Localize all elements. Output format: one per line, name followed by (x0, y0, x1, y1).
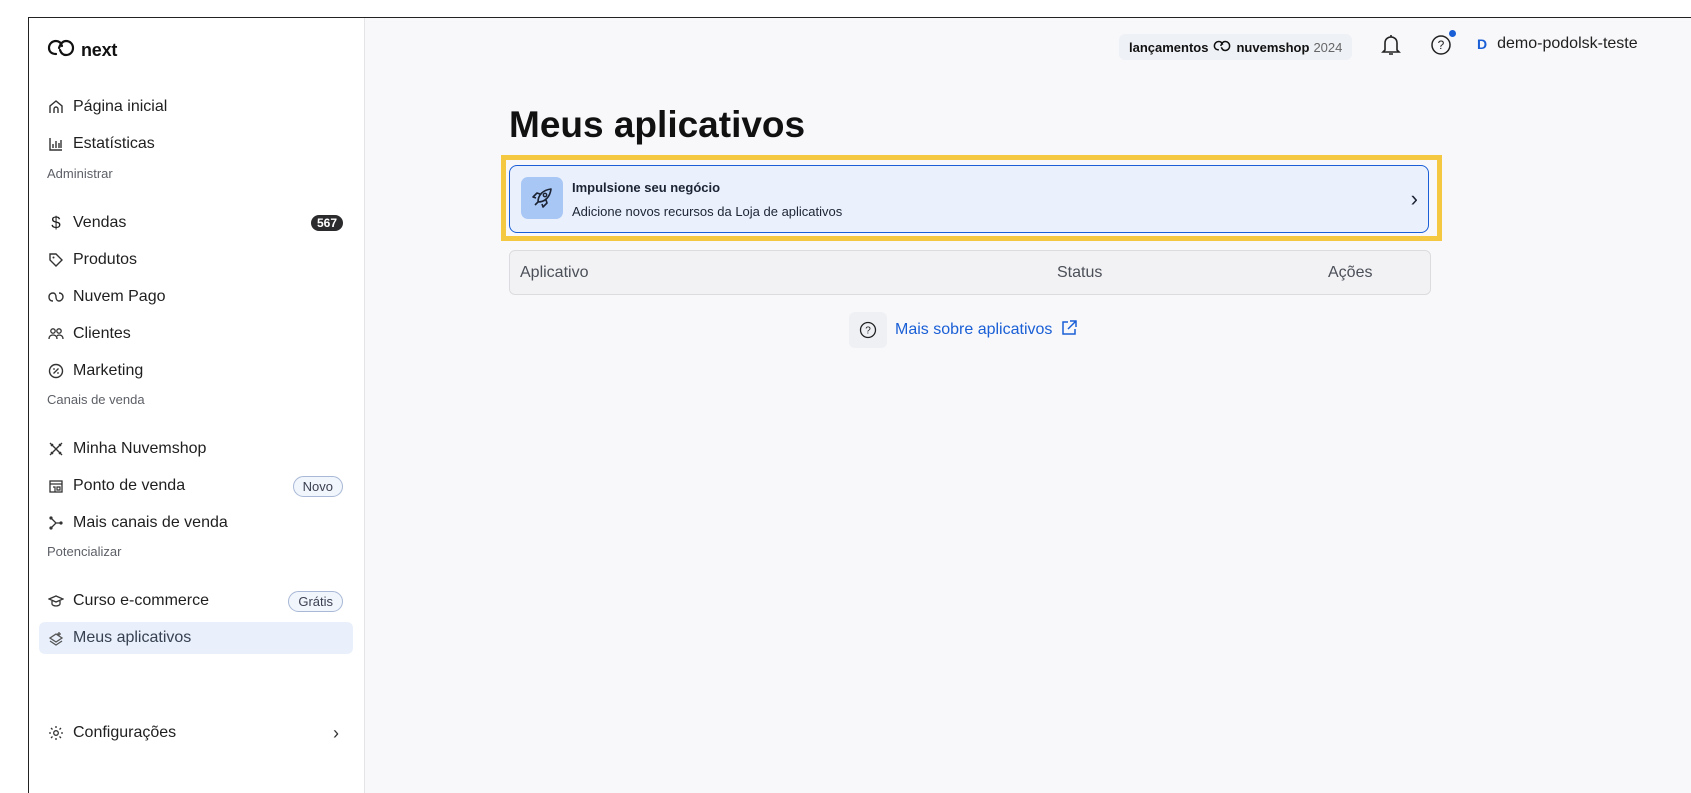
percent-icon (47, 362, 65, 380)
svg-text:?: ? (865, 326, 871, 337)
banner-subtitle: Adicione novos recursos da Loja de aplic… (572, 204, 843, 219)
sidebar-item-label: Ponto de venda (73, 477, 186, 494)
sidebar-item-meus-aplicativos[interactable]: Meus aplicativos (39, 622, 353, 654)
store-name: demo-podolsk-teste (1497, 35, 1638, 52)
user-menu[interactable]: D demo-podolsk-teste (1477, 35, 1638, 53)
new-badge: Novo (292, 475, 343, 497)
section-label-potencializar: Potencializar (47, 544, 122, 559)
store-icon (47, 477, 65, 495)
section-label-canais: Canais de venda (47, 392, 145, 407)
avatar: D (1477, 36, 1488, 52)
cloud-icon (47, 288, 65, 306)
sidebar-item-label: Meus aplicativos (73, 629, 192, 646)
external-link-icon (1060, 319, 1078, 342)
column-header-acoes: Ações (1328, 264, 1373, 281)
sidebar-item-label: Minha Nuvemshop (73, 440, 207, 457)
sidebar-item-label: Curso e-commerce (73, 592, 210, 609)
sidebar-item-label: Vendas (73, 214, 127, 231)
svg-text:?: ? (1438, 38, 1445, 52)
page-title: Meus aplicativos (509, 104, 806, 145)
sidebar-item-label: Produtos (73, 251, 138, 268)
nuvemshop-logo-icon (47, 37, 75, 64)
sidebar-item-vendas[interactable]: $ Vendas 567 (39, 207, 353, 239)
sidebar-item-label: Nuvem Pago (73, 288, 166, 305)
sidebar-item-produtos[interactable]: Produtos (39, 244, 353, 276)
sidebar-item-label: Estatísticas (73, 135, 155, 152)
tag-icon (47, 251, 65, 269)
sidebar-item-label: Configurações (73, 724, 177, 741)
nuvemshop-mini-logo-icon (1212, 39, 1232, 56)
app-frame: next Página inicial Estatísticas Adminis… (28, 17, 1691, 793)
launch-banner[interactable]: lançamentos nuvemshop 2024 (1119, 34, 1353, 60)
question-icon: ? (849, 312, 887, 348)
gear-icon (47, 724, 65, 742)
sidebar-item-curso[interactable]: Curso e-commerce Grátis (39, 585, 353, 617)
notification-dot (1449, 30, 1456, 37)
sidebar-item-statistics[interactable]: Estatísticas (39, 128, 353, 160)
logo[interactable]: next (47, 37, 117, 64)
sidebar: next Página inicial Estatísticas Adminis… (29, 18, 365, 793)
chevron-right-icon: › (1410, 186, 1418, 211)
sidebar-item-ponto-de-venda[interactable]: Ponto de venda Novo (39, 470, 353, 502)
banner-title: Impulsione seu negócio (572, 180, 721, 195)
sidebar-item-label: Página inicial (73, 98, 168, 115)
sidebar-item-home[interactable]: Página inicial (39, 91, 353, 123)
bar-chart-icon (47, 135, 65, 153)
help-link-label: Mais sobre aplicativos (895, 321, 1053, 338)
sidebar-item-configuracoes[interactable]: Configurações › (39, 717, 353, 749)
launch-year: 2024 (1313, 39, 1343, 55)
sidebar-item-label: Clientes (73, 325, 131, 342)
bell-icon[interactable] (1381, 34, 1401, 61)
sidebar-item-nuvem-pago[interactable]: Nuvem Pago (39, 281, 353, 313)
column-header-aplicativo: Aplicativo (520, 264, 589, 281)
launch-brand: nuvemshop (1236, 39, 1310, 55)
home-icon (47, 98, 65, 116)
logo-text: next (81, 40, 118, 60)
more-about-apps-link[interactable]: ? Mais sobre aplicativos (849, 312, 1078, 348)
sidebar-item-label: Marketing (73, 362, 144, 379)
sidebar-item-marketing[interactable]: Marketing (39, 355, 353, 387)
rocket-icon (521, 177, 563, 219)
launch-prefix: lançamentos (1129, 39, 1209, 55)
sidebar-item-clientes[interactable]: Clientes (39, 318, 353, 350)
app-store-banner[interactable]: Impulsione seu negócio Adicione novos re… (509, 165, 1429, 233)
tools-icon (47, 440, 65, 458)
sidebar-item-mais-canais[interactable]: Mais canais de venda (39, 507, 353, 539)
users-icon (47, 325, 65, 343)
free-badge: Grátis (288, 590, 343, 612)
sidebar-item-label: Mais canais de venda (73, 514, 228, 531)
help-icon[interactable]: ? (1430, 34, 1452, 61)
apps-table-header: Aplicativo Status Ações (509, 250, 1431, 295)
apps-icon (47, 629, 65, 647)
dollar-icon: $ (51, 213, 61, 232)
chevron-right-icon: › (333, 722, 339, 743)
channels-icon (47, 514, 65, 532)
section-label-administrar: Administrar (47, 166, 113, 181)
graduation-cap-icon (47, 592, 65, 610)
column-header-status: Status (1057, 264, 1103, 281)
sales-count-badge: 567 (310, 215, 343, 231)
sidebar-item-minha-nuvemshop[interactable]: Minha Nuvemshop (39, 433, 353, 465)
